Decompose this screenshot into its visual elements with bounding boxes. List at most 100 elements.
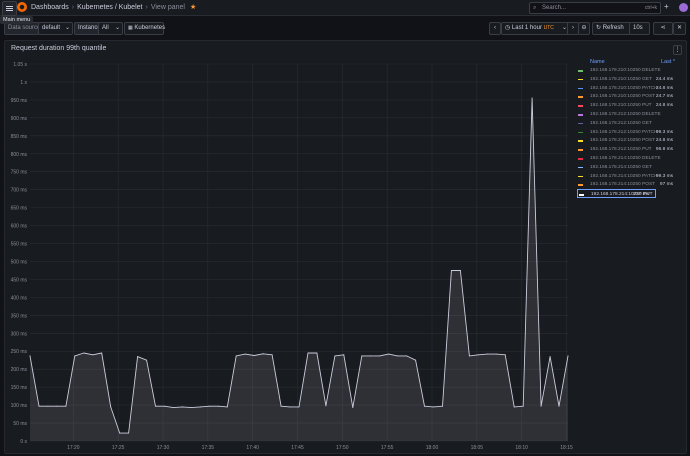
kubernetes-link-button[interactable]: ▦ Kubernetes <box>124 22 166 35</box>
kubernetes-link-label: Kubernetes <box>134 25 166 31</box>
legend-item-name: 192.168.178.210:10250 PUT <box>590 103 652 109</box>
zoom-out-button[interactable]: ⊖ <box>578 22 590 35</box>
legend-item[interactable]: 192.168.178.212:10250 PUT 96.8 ms <box>577 145 679 154</box>
legend-name-header[interactable]: Name <box>590 59 605 65</box>
legend-item-name: 192.168.178.214:10250 POST <box>590 182 656 188</box>
legend-item[interactable]: 192.168.178.212:10250 GET <box>577 119 679 128</box>
search-placeholder: Search... <box>542 5 567 11</box>
legend-item-name: 192.168.178.210:10250 POST <box>590 94 656 100</box>
legend-item-name: 192.168.178.210:10250 GET <box>590 76 652 82</box>
hamburger-icon <box>6 8 13 9</box>
legend-item[interactable]: 192.168.178.212:10250 DELETE <box>577 110 679 119</box>
legend-last-header[interactable]: Last * <box>661 59 675 65</box>
panel-title: Request duration 99th quantile <box>11 45 107 52</box>
legend-item-last-value: 24.8 ms <box>655 138 673 144</box>
legend-item[interactable]: 192.168.178.214:10250 POST 97 ms <box>577 180 679 189</box>
refresh-icon: ↻ <box>596 25 602 31</box>
legend-color-swatch <box>578 105 583 107</box>
timezone-badge: UTC <box>543 25 554 31</box>
refresh-label: Refresh <box>602 25 624 31</box>
legend-item-last-value: 237 ms <box>633 192 649 198</box>
chevron-right-icon: › <box>572 25 574 31</box>
star-icon[interactable]: ★ <box>190 4 196 11</box>
instance-select[interactable]: All ⌄ <box>98 22 123 35</box>
chevron-down-icon: ⌄ <box>64 25 70 31</box>
legend-color-swatch <box>578 166 583 169</box>
legend-item-name: 192.168.178.212:10250 GET <box>590 120 652 126</box>
legend-item-name: 192.168.178.212:10250 PUT <box>590 147 652 153</box>
variables-bar: Data source default ⌄ Instance All ⌄ ▦ Kub… <box>0 20 690 36</box>
legend-item-name: 192.168.178.214:10250 PATCH <box>590 173 658 179</box>
legend-item[interactable]: 192.168.178.212:10250 POST 24.8 ms <box>577 136 679 145</box>
zoom-out-icon: ⊖ <box>581 25 587 31</box>
avatar[interactable] <box>679 3 688 12</box>
time-range-label: Last 1 hour <box>511 25 542 31</box>
legend-color-swatch <box>578 158 583 160</box>
legend-color-swatch <box>578 131 583 134</box>
breadcrumb-separator-icon: › <box>71 4 75 11</box>
legend-item[interactable]: 192.168.178.210:10250 PATCH 24.8 ms <box>577 84 679 93</box>
legend-item[interactable]: 192.168.178.214:10250 GET <box>577 163 679 172</box>
legend-item[interactable]: 192.168.178.214:10250 PUT 237 ms <box>577 189 656 199</box>
legend-color-swatch <box>579 194 584 196</box>
legend-item-last-value: 24.4 ms <box>655 76 673 82</box>
legend-item-name: 192.168.178.212:10250 DELETE <box>590 112 661 117</box>
legend-color-swatch <box>578 184 583 186</box>
legend-color-swatch <box>578 149 583 151</box>
more-vertical-icon: ⋮ <box>674 47 681 53</box>
search-shortcut: ctrl+k <box>644 5 657 11</box>
legend-item[interactable]: 192.168.178.210:10250 POST 24.7 ms <box>577 92 679 101</box>
legend-color-swatch <box>578 114 583 116</box>
legend-color-swatch <box>578 122 583 125</box>
close-icon: ✕ <box>676 25 683 31</box>
legend-color-swatch <box>578 175 583 178</box>
refresh-interval-value: 10s <box>633 25 643 31</box>
refresh-interval-select[interactable]: 10s <box>629 22 650 35</box>
refresh-button[interactable]: ↻ Refresh <box>592 22 632 35</box>
breadcrumb-kubelet[interactable]: Kubernetes / Kubelet <box>77 4 142 11</box>
share-icon: ⋖ <box>660 25 666 31</box>
legend-item-last-value: 97 ms <box>659 182 673 188</box>
breadcrumb: Dashboards › Kubernetes / Kubelet › View pan… <box>31 3 196 11</box>
datasource-select[interactable]: default ⌄ <box>38 22 73 35</box>
clock-icon: ◷ <box>505 25 511 31</box>
search-icon: ⌕ <box>533 5 537 11</box>
legend-item-name: 192.168.178.210:10250 PATCH <box>590 85 658 91</box>
main-menu-tooltip: Main menu <box>0 16 34 24</box>
legend-color-swatch <box>578 70 583 72</box>
legend-item[interactable]: 192.168.178.214:10250 PATCH 99.3 ms <box>577 172 679 181</box>
legend-item-last-value: 96.8 ms <box>655 147 673 153</box>
legend-item-name: 192.168.178.212:10250 POST <box>590 138 656 144</box>
legend-item-last-value: 24.8 ms <box>655 85 673 91</box>
top-navigation-bar: Dashboards › Kubernetes / Kubelet › View pan… <box>0 0 690 16</box>
grid-icon: ▦ <box>128 25 133 31</box>
legend-color-swatch <box>578 140 583 142</box>
new-button[interactable]: + <box>664 2 669 11</box>
legend-item-last-value: 24.8 ms <box>655 103 673 109</box>
instance-label: Instance <box>74 22 101 35</box>
legend-item-name: 192.168.178.212:10250 PATCH <box>590 129 658 135</box>
legend-item[interactable]: 192.168.178.210:10250 DELETE <box>577 66 679 75</box>
legend-item-last-value: 24.7 ms <box>655 94 673 100</box>
panel-menu-button[interactable]: ⋮ <box>673 45 682 55</box>
breadcrumb-view-panel: View panel <box>150 4 185 11</box>
legend-color-swatch <box>578 87 583 90</box>
legend-item[interactable]: 192.168.178.214:10250 DELETE <box>577 154 679 163</box>
grafana-logo-icon[interactable] <box>17 2 27 12</box>
legend-item-name: 192.168.178.214:10250 DELETE <box>590 156 661 161</box>
legend-item[interactable]: 192.168.178.210:10250 GET 24.4 ms <box>577 75 679 84</box>
legend-item-name: 192.168.178.214:10250 GET <box>590 164 652 170</box>
time-range-picker[interactable]: ◷ Last 1 hour UTC ⌄ <box>501 22 570 35</box>
legend-item-last-value: 99.3 ms <box>655 129 673 135</box>
close-panel-button[interactable]: ✕ <box>673 22 686 35</box>
legend-color-swatch <box>578 96 583 98</box>
share-button[interactable]: ⋖ <box>653 22 673 35</box>
legend-item[interactable]: 192.168.178.212:10250 PATCH 99.3 ms <box>577 128 679 137</box>
search-input[interactable]: ⌕ Search... ctrl+k <box>529 2 661 14</box>
breadcrumb-dashboards[interactable]: Dashboards <box>31 4 69 11</box>
legend-item-name: 192.168.178.210:10250 DELETE <box>590 68 661 73</box>
legend-item-last-value: 99.3 ms <box>655 173 673 179</box>
main-menu-button[interactable] <box>2 1 17 16</box>
legend-item[interactable]: 192.168.178.210:10250 PUT 24.8 ms <box>577 101 679 110</box>
time-shift-back-button[interactable]: ‹ <box>489 22 501 35</box>
